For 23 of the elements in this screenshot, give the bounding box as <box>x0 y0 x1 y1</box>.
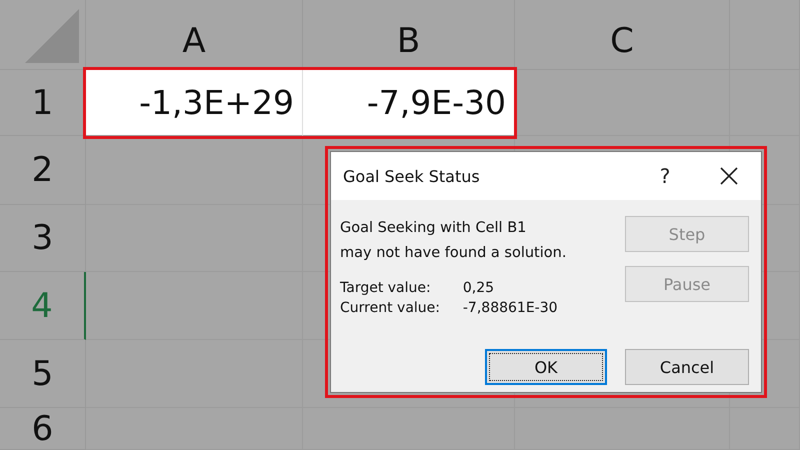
close-icon <box>720 167 738 185</box>
message-text: may not have found a solution. <box>340 244 566 263</box>
dialog-title: Goal Seek Status <box>343 166 481 186</box>
table-cell: -1,3E+29 <box>86 70 303 136</box>
select-all-icon[interactable] <box>25 9 79 63</box>
dialog-button[interactable]: OK <box>485 349 607 385</box>
empty-cell[interactable] <box>86 205 303 272</box>
field-value: -7,88861E-30 <box>462 300 559 316</box>
field-value: 0,25 <box>462 280 496 296</box>
row-header[interactable]: 3 <box>0 205 86 272</box>
field-label: Target value: <box>340 280 432 296</box>
message-text: Goal Seeking with Cell B1 <box>340 219 528 238</box>
field-label: Current value: <box>340 300 441 316</box>
empty-cell[interactable] <box>86 272 303 340</box>
column-header[interactable]: C <box>515 0 730 70</box>
empty-cell[interactable] <box>86 136 303 205</box>
row-header[interactable]: 2 <box>0 136 86 205</box>
row-header[interactable]: 5 <box>0 340 86 408</box>
row-header[interactable]: 6 <box>0 408 86 450</box>
dialog-button[interactable]: Cancel <box>625 349 749 385</box>
help-button[interactable]: ? <box>643 164 687 188</box>
table-cell: -7,9E-30 <box>303 70 515 136</box>
empty-cell[interactable] <box>86 340 303 408</box>
